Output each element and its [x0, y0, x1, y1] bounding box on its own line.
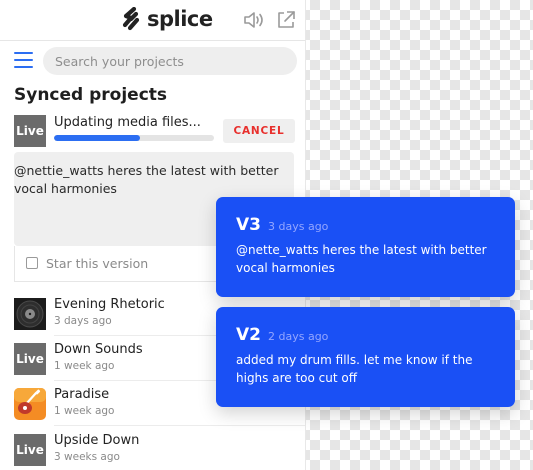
brand-name: splice: [147, 7, 213, 31]
divider: [54, 425, 305, 426]
progress-fill: [54, 135, 141, 141]
version-message: added my drum fills. let me know if the …: [236, 353, 473, 385]
project-name: Paradise: [54, 387, 110, 402]
project-date: 1 week ago: [54, 405, 115, 417]
upload-progress-bar: [54, 135, 214, 141]
external-link-icon[interactable]: [276, 10, 296, 30]
splice-logo-icon: [122, 7, 140, 31]
updating-status: Updating media files...: [54, 115, 201, 130]
version-label: V3: [236, 215, 261, 235]
top-bar: splice: [0, 0, 305, 41]
search-input[interactable]: [43, 47, 297, 75]
project-date: 3 weeks ago: [54, 451, 120, 463]
cancel-button[interactable]: CANCEL: [223, 119, 295, 143]
live-icon: Live: [14, 343, 46, 375]
version-date: 3 days ago: [268, 220, 329, 233]
vinyl-record-icon: [14, 298, 46, 330]
garageband-guitar-icon: [14, 388, 46, 420]
project-date: 3 days ago: [54, 315, 112, 327]
version-card-v3[interactable]: V3 3 days ago @nette_watts heres the lat…: [216, 197, 515, 297]
version-message: @nette_watts heres the latest with bette…: [236, 243, 487, 275]
list-item[interactable]: Live Upside Down 3 weeks ago: [0, 427, 305, 470]
project-date: 1 week ago: [54, 360, 115, 372]
live-icon: Live: [14, 434, 46, 466]
message-text: @nettie_watts heres the latest with bett…: [14, 163, 279, 196]
speaker-icon[interactable]: [243, 10, 268, 30]
project-name: Down Sounds: [54, 342, 143, 357]
project-name: Upside Down: [54, 433, 140, 448]
star-label: Star this version: [46, 256, 149, 271]
version-label: V2: [236, 325, 261, 345]
project-name: Evening Rhetoric: [54, 297, 165, 312]
live-icon: Live: [14, 115, 46, 147]
version-card-v2[interactable]: V2 2 days ago added my drum fills. let m…: [216, 307, 515, 407]
star-checkbox[interactable]: [26, 257, 38, 269]
hamburger-menu-icon[interactable]: [14, 52, 33, 68]
section-title: Synced projects: [14, 85, 168, 105]
splice-logo: splice: [121, 7, 213, 31]
version-date: 2 days ago: [268, 330, 329, 343]
